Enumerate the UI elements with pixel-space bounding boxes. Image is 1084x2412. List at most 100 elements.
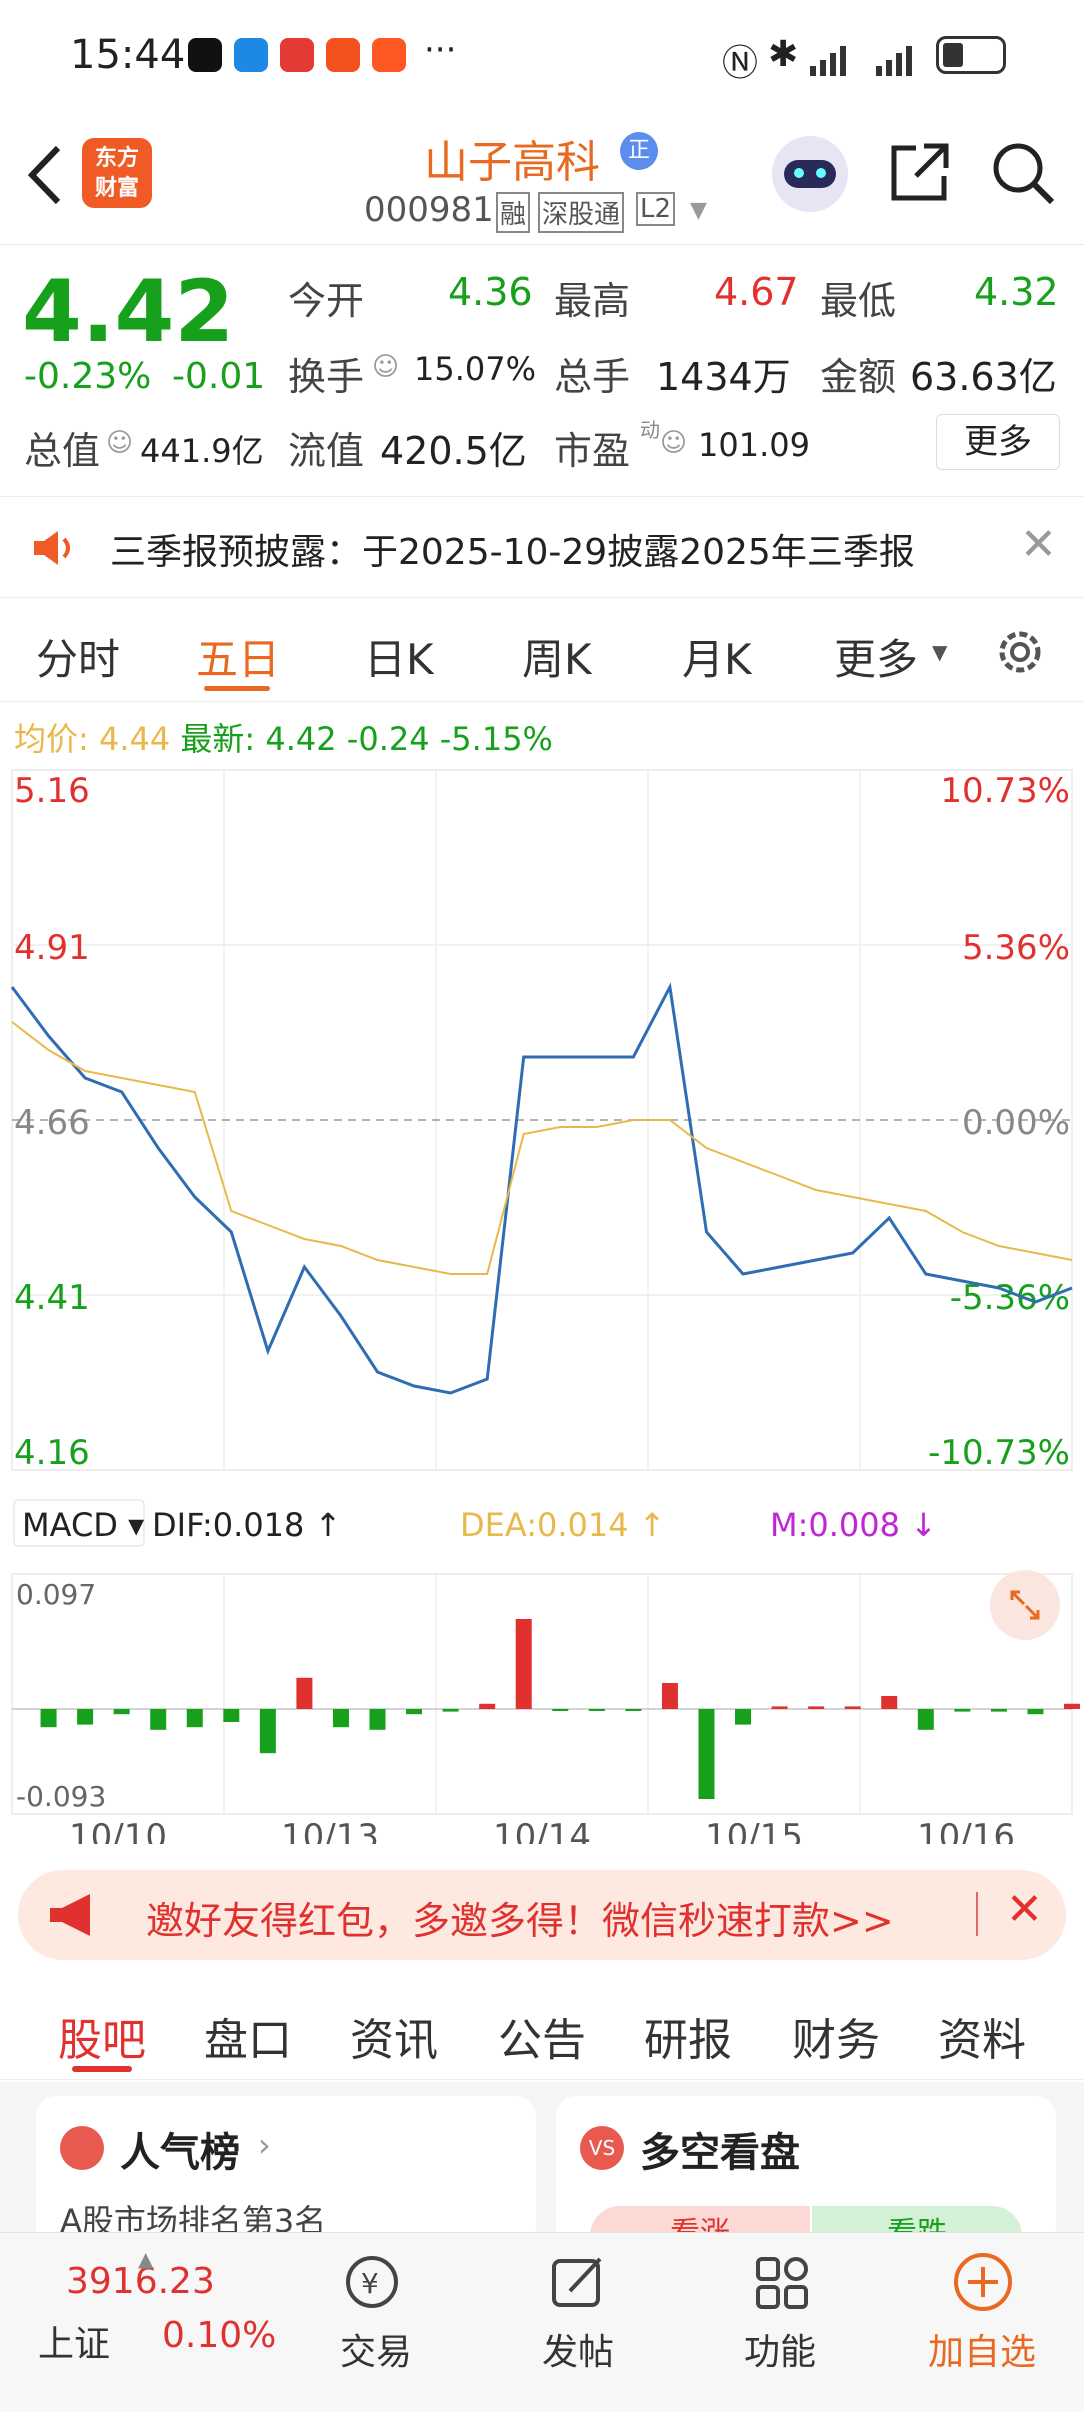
more-button[interactable]: 更多 xyxy=(936,414,1060,470)
latest-change: -0.24 xyxy=(346,720,430,758)
macd-bar xyxy=(625,1709,642,1711)
macd-bar xyxy=(771,1706,788,1709)
tab-monthly-k[interactable]: 月K xyxy=(682,626,752,687)
tiktok-icon xyxy=(188,38,222,72)
app-icon xyxy=(234,38,268,72)
info-icon[interactable]: ☺ xyxy=(660,428,687,458)
macd-bar xyxy=(332,1709,349,1728)
status-time: 15:44 xyxy=(70,32,186,78)
invite-text: 邀好友得红包，多邀多得！微信秒速打款>> xyxy=(146,1899,894,1943)
dif-label: DIF:0.018 ↑ xyxy=(152,1506,341,1544)
back-icon[interactable] xyxy=(20,140,70,210)
trade-label[interactable]: 交易 xyxy=(340,2323,412,2375)
tab-profile[interactable]: 资料 xyxy=(938,2004,1026,2068)
macd-bar xyxy=(406,1709,423,1715)
speaker-icon xyxy=(30,527,80,569)
app-icon xyxy=(280,38,314,72)
amount-value: 63.63亿 xyxy=(910,355,1057,399)
macd-bar xyxy=(296,1677,313,1709)
popularity-card[interactable]: 人气榜 › A股市场排名第3名 xyxy=(36,2096,536,2232)
bullish-button[interactable]: 看涨 xyxy=(590,2206,810,2232)
tab-guba[interactable]: 股吧 xyxy=(58,2004,146,2068)
tab-news[interactable]: 资讯 xyxy=(350,2004,438,2068)
notice-bar[interactable]: 三季报预披露：于2025-10-29披露2025年三季报 ✕ xyxy=(0,496,1084,598)
macd-frame xyxy=(11,1573,1073,1815)
latest-label: 最新: xyxy=(180,720,256,758)
nfc-icon: Ⓝ xyxy=(722,43,759,84)
tag-l2: L2 xyxy=(636,192,676,226)
vs-icon: VS xyxy=(580,2126,624,2170)
macd-bar xyxy=(844,1706,861,1709)
grid-icon[interactable] xyxy=(752,2253,812,2313)
macd-bar xyxy=(917,1709,934,1730)
macd-bar xyxy=(588,1709,605,1711)
macd-min: -0.093 xyxy=(16,1780,106,1813)
pe-value: 101.09 xyxy=(698,426,810,464)
tab-research[interactable]: 研报 xyxy=(644,2004,732,2068)
add-watchlist-label[interactable]: 加自选 xyxy=(928,2323,1036,2375)
bearish-button[interactable]: 看跌 xyxy=(812,2206,1022,2232)
macd-bar xyxy=(223,1709,240,1722)
amount-label: 金额 xyxy=(820,355,897,399)
mktcap-label: 总值 xyxy=(24,429,101,473)
close-icon[interactable]: ✕ xyxy=(1006,1884,1043,1935)
macd-bar xyxy=(150,1709,167,1730)
tab-weekly-k[interactable]: 周K xyxy=(522,626,592,687)
x-tick-label: 10/14 xyxy=(493,1817,591,1844)
expand-icon[interactable] xyxy=(990,1570,1060,1640)
tab-orderbook[interactable]: 盘口 xyxy=(204,2004,292,2068)
bottom-bar: 3916.23 ▲ 上证 0.10% ¥ 交易 发帖 功能 加自选 xyxy=(0,2232,1084,2412)
taobao-icon xyxy=(372,38,406,72)
robot-assistant-icon[interactable] xyxy=(772,136,848,212)
bull-bear-card[interactable]: VS 多空看盘 看涨 看跌 xyxy=(556,2096,1056,2232)
macd-bar xyxy=(1027,1709,1044,1715)
tab-intraday[interactable]: 分时 xyxy=(36,626,120,687)
bluetooth-icon: ✱ xyxy=(768,34,799,75)
macd-bar xyxy=(698,1709,715,1799)
share-icon[interactable] xyxy=(888,140,952,204)
cards-area: 人气榜 › A股市场排名第3名 VS 多空看盘 看涨 看跌 xyxy=(0,2082,1084,2232)
function-label[interactable]: 功能 xyxy=(744,2323,816,2375)
turnover-label: 换手 xyxy=(288,355,365,399)
more-notifications: ··· xyxy=(424,30,457,70)
close-icon[interactable]: ✕ xyxy=(1020,519,1057,570)
chevron-right-icon: › xyxy=(258,2126,271,2164)
turnover-value: 15.07% xyxy=(414,350,537,388)
five-day-chart[interactable]: 均价: 4.44 最新: 4.42 -0.24 -5.15% 5.16 4.91 4… xyxy=(0,702,1084,1844)
open-value: 4.36 xyxy=(448,270,533,314)
low-value: 4.32 xyxy=(974,270,1059,314)
signal-icon xyxy=(864,40,924,76)
macd-bar xyxy=(186,1709,203,1728)
megaphone-icon xyxy=(46,1892,106,1938)
post-label[interactable]: 发帖 xyxy=(542,2323,614,2375)
bull-bear-title: 多空看盘 xyxy=(640,2130,800,2176)
logo-text: 财富 xyxy=(94,176,139,201)
chevron-down-icon[interactable]: ▼ xyxy=(690,198,707,223)
pe-dynamic-mark: 动 xyxy=(640,418,660,442)
content-tabs: 股吧 盘口 资讯 公告 研报 财务 资料 xyxy=(0,1978,1084,2080)
tab-more[interactable]: 更多 xyxy=(834,626,918,687)
y-tick-left: 5.16 xyxy=(14,771,90,811)
price-line xyxy=(10,982,1073,1395)
plus-circle-icon[interactable] xyxy=(952,2251,1014,2313)
info-icon[interactable]: ☺ xyxy=(372,352,399,382)
trade-icon[interactable]: ¥ xyxy=(340,2253,404,2311)
chevron-down-icon: ▼ xyxy=(932,640,948,664)
edit-icon[interactable] xyxy=(548,2253,608,2313)
x-tick-label: 10/13 xyxy=(281,1817,379,1844)
search-icon[interactable] xyxy=(990,140,1056,206)
dea-label: DEA:0.014 ↑ xyxy=(460,1506,666,1544)
tab-announcements[interactable]: 公告 xyxy=(498,2004,586,2068)
invite-banner[interactable]: 邀好友得红包，多邀多得！微信秒速打款>> ✕ xyxy=(18,1870,1066,1960)
x-tick-label: 10/16 xyxy=(917,1817,1015,1844)
gear-icon[interactable] xyxy=(992,624,1048,680)
tab-daily-k[interactable]: 日K xyxy=(364,626,434,687)
change-percent: -0.23% xyxy=(24,356,152,397)
info-icon[interactable]: ☺ xyxy=(106,428,133,458)
float-value: 420.5亿 xyxy=(380,429,527,473)
tab-financials[interactable]: 财务 xyxy=(792,2004,880,2068)
y-tick-right: 0.00% xyxy=(962,1103,1070,1143)
avg-price-line xyxy=(11,1021,1073,1275)
y-tick-left: 4.91 xyxy=(14,928,90,968)
tab-five-day[interactable]: 五日 xyxy=(196,626,280,687)
